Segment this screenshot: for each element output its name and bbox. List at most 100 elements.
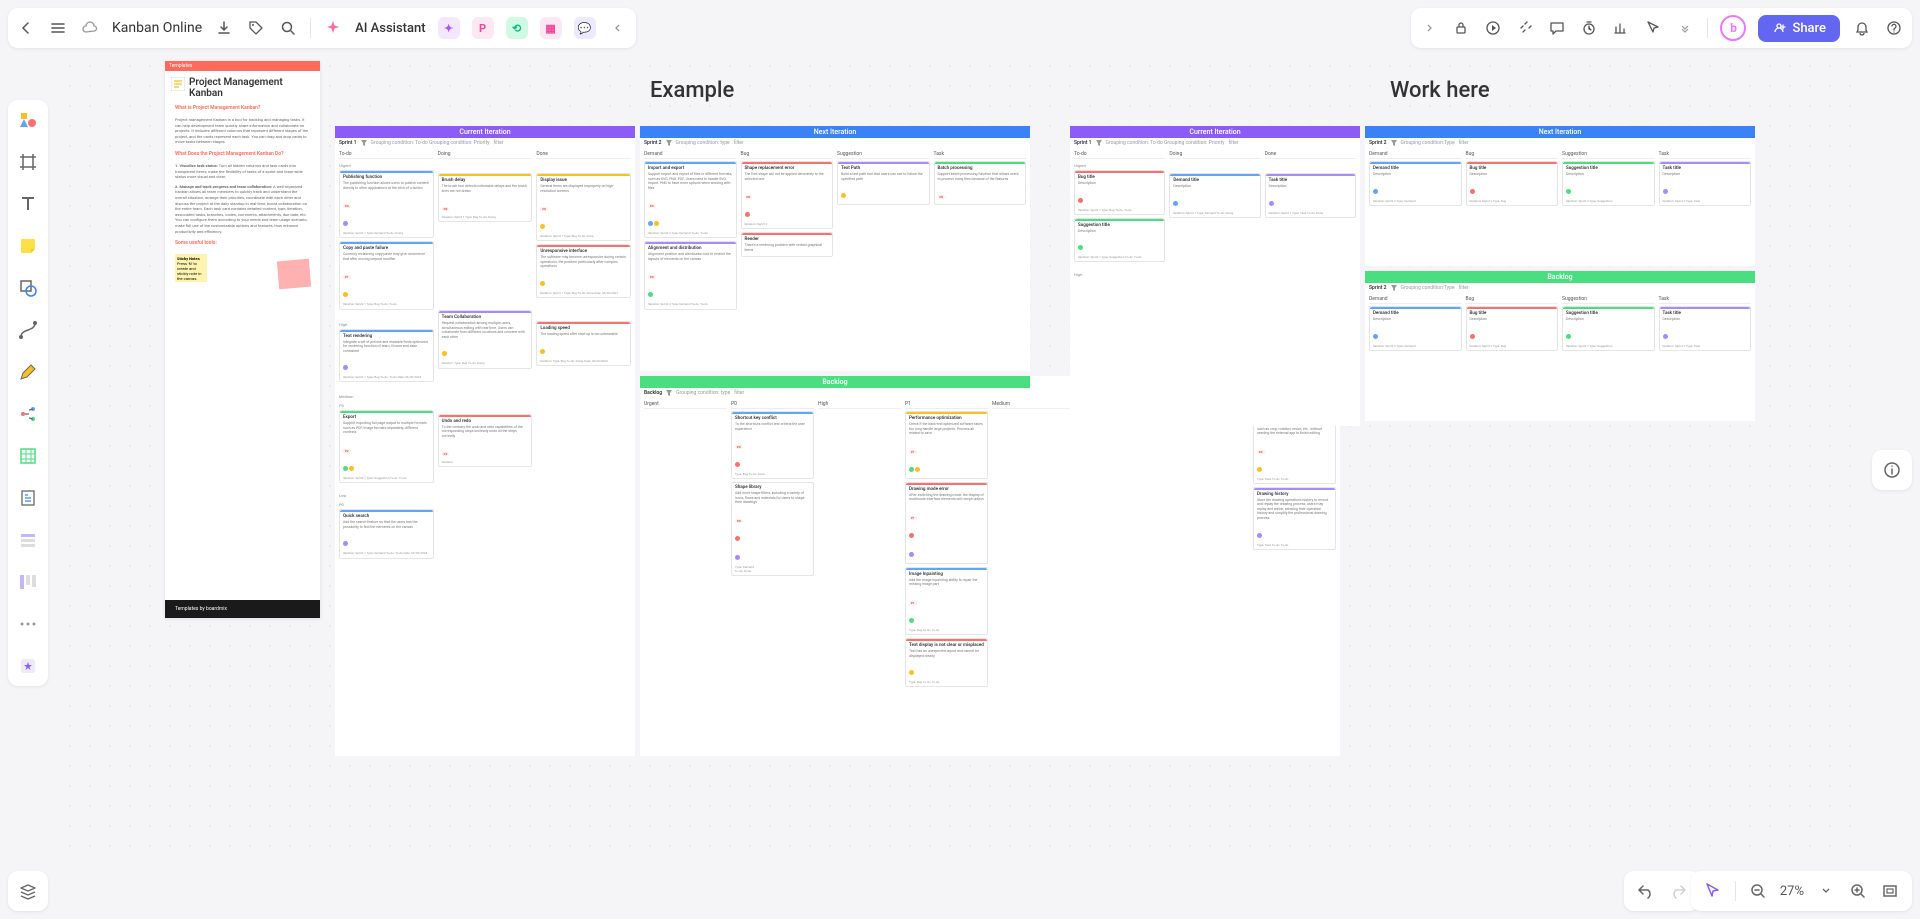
pointer-mode-icon[interactable] (1703, 881, 1723, 901)
app-chip-p[interactable]: P (472, 17, 494, 39)
card-publishing[interactable]: Publishing functionThe publishing functi… (339, 170, 434, 238)
help-icon[interactable] (1884, 18, 1904, 38)
share-button[interactable]: Share (1758, 15, 1840, 42)
card-quicksearch[interactable]: Quick searchAdd the search feature so th… (339, 509, 434, 558)
more-tool-icon[interactable] (16, 612, 40, 636)
card-undoredo[interactable]: Undo and redoTo the contrary the undo an… (438, 414, 533, 468)
card-unresponsive[interactable]: Unresponsive interfaceThe software may b… (536, 244, 631, 298)
play-icon[interactable] (1483, 18, 1503, 38)
download-icon[interactable] (214, 18, 234, 38)
tag-icon[interactable] (246, 18, 266, 38)
chevron-down-small-icon[interactable] (1816, 881, 1836, 901)
table-tool-icon[interactable] (16, 444, 40, 468)
zoom-in-icon[interactable] (1848, 881, 1868, 901)
search-icon[interactable] (278, 18, 298, 38)
undo-icon[interactable] (1636, 881, 1656, 901)
card-textpath[interactable]: Text PathBuild a text path tool that use… (837, 161, 930, 205)
mindmap-tool-icon[interactable] (16, 402, 40, 426)
whb-card-task[interactable]: Task titleDescriptionIteration: Sprint 2… (1659, 306, 1752, 351)
zoom-level[interactable]: 27% (1780, 884, 1804, 899)
card-loading[interactable]: Loading speedThe loading speed after sta… (536, 321, 631, 366)
filter-icon[interactable] (1096, 140, 1102, 146)
card-shortcut[interactable]: Shortcut key conflictTo the shortcuts co… (731, 411, 814, 479)
doc-tool-icon[interactable] (16, 486, 40, 510)
card-shape[interactable]: Shape replacement errorThe font shape wi… (741, 161, 834, 229)
wh-frame-next[interactable]: Next Iteration Sprint 2 Grouping conditi… (1365, 126, 1755, 266)
pen-tool-icon[interactable] (16, 360, 40, 384)
cursor-icon[interactable] (1643, 18, 1663, 38)
card-batch[interactable]: Batch processingSupport batch processing… (934, 161, 1027, 205)
back-icon[interactable] (16, 18, 36, 38)
whb-card-sugg[interactable]: Suggestion titleDescriptionIteration: Sp… (1562, 306, 1655, 351)
whb-card-demand[interactable]: Demand titleDescriptionIteration: Sprint… (1369, 306, 1462, 351)
wh-card-sugg[interactable]: Suggestion titleDescriptionIteration: Sp… (1074, 218, 1165, 263)
filter-icon[interactable] (361, 140, 367, 146)
frame-backlog[interactable]: Backlog Backlog Grouping condition: type… (640, 376, 1340, 756)
card-align[interactable]: Alignment and distributionAlignment posi… (644, 241, 737, 309)
wh2-card-task[interactable]: Task titleDescriptionIteration: Sprint 2… (1659, 161, 1752, 206)
timer-icon[interactable] (1579, 18, 1599, 38)
wh-card-bug[interactable]: Bug titleDescriptionIteration: Sprint 1 … (1074, 170, 1165, 215)
card-copypaste[interactable]: Copy and paste failureCurrently reclaimi… (339, 241, 434, 309)
list-tool-icon[interactable] (16, 528, 40, 552)
filter-icon[interactable] (666, 390, 672, 396)
card-perf[interactable]: Performance optimizationCheck if the bac… (905, 411, 988, 479)
card-render[interactable]: RenderThere's a rendering problem with c… (741, 232, 834, 257)
lock-icon[interactable] (1451, 18, 1471, 38)
layers-button[interactable] (8, 871, 48, 911)
filter-icon[interactable] (1391, 285, 1397, 291)
menu-icon[interactable] (48, 18, 68, 38)
card-teamcollab[interactable]: Team CollaborationRequest collaboration … (438, 310, 533, 368)
document-title[interactable]: Kanban Online (112, 20, 202, 36)
app-chip-c[interactable]: ⟲ (506, 17, 528, 39)
filter-icon[interactable] (666, 140, 672, 146)
chevron-right-icon[interactable] (1419, 18, 1439, 38)
card-brushdelay[interactable]: Brush delayThe brush tool detects notice… (438, 173, 533, 222)
wh2-card-sugg[interactable]: Suggestion titleDescriptionIteration: Sp… (1562, 161, 1655, 206)
redo-icon[interactable] (1668, 881, 1688, 901)
frame-tool-icon[interactable] (16, 150, 40, 174)
card-drawhist[interactable]: Drawing historyStore the drawing operati… (1253, 487, 1336, 550)
card-shapelib[interactable]: Shape libraryAdd more shape filters, inc… (731, 482, 814, 576)
wh-frame-current[interactable]: Current Iteration Sprint 1 Grouping cond… (1070, 126, 1360, 426)
sparkle-icon[interactable] (1515, 18, 1535, 38)
wh-card-task[interactable]: Task titleDescriptionIteration: Sprint 1… (1265, 173, 1356, 218)
text-tool-icon[interactable] (16, 192, 40, 216)
card-export[interactable]: ExportSupport exporting full page output… (339, 410, 434, 483)
card-drawing[interactable]: Drawing mode errorAfter switching the dr… (905, 482, 988, 564)
card-import[interactable]: Import and exportSupport import and expo… (644, 161, 737, 238)
kanban-tool-icon[interactable] (16, 570, 40, 594)
widgets-tool-icon[interactable] (16, 654, 40, 678)
wh2-card-bug[interactable]: Bug titleDescriptionIteration: Sprint 2 … (1466, 161, 1559, 206)
wh2-card-demand[interactable]: Demand titleDescriptionIteration: Sprint… (1369, 161, 1462, 206)
chevron-down-icon[interactable] (1675, 18, 1695, 38)
card-inpaint[interactable]: Image InpaintingAdd the image inpainting… (905, 567, 988, 635)
connector-tool-icon[interactable] (16, 318, 40, 342)
zoom-out-icon[interactable] (1748, 881, 1768, 901)
card-display[interactable]: Display issueGeneral items are displayed… (536, 173, 631, 241)
app-chip-1[interactable]: ✦ (438, 17, 460, 39)
cloud-icon[interactable] (80, 18, 100, 38)
ai-assistant-label[interactable]: AI Assistant (355, 21, 425, 36)
filter-icon[interactable] (1391, 140, 1397, 146)
app-chip-3[interactable]: ▦ (540, 17, 562, 39)
comment-icon[interactable] (1547, 18, 1567, 38)
user-avatar[interactable]: b (1720, 15, 1746, 41)
chevron-left-icon[interactable] (608, 18, 628, 38)
fit-icon[interactable] (1880, 881, 1900, 901)
info-button[interactable] (1872, 450, 1912, 490)
frame-current-iteration[interactable]: Current Iteration Sprint 1 Grouping cond… (335, 126, 635, 756)
wh-card-demand[interactable]: Demand titleDescriptionIteration: Sprint… (1169, 173, 1260, 218)
shapes-tool-icon[interactable] (16, 108, 40, 132)
sticky-tool-icon[interactable] (16, 234, 40, 258)
canvas[interactable]: Example Work here Templates Project Mana… (60, 56, 1860, 863)
chart-icon[interactable] (1611, 18, 1631, 38)
template-panel[interactable]: Templates Project Management Kanban What… (165, 61, 320, 618)
wh-frame-backlog[interactable]: Backlog Sprint 2 Grouping condition:Type… (1365, 271, 1755, 421)
whb-card-bug[interactable]: Bug titleDescriptionIteration: Sprint 2 … (1466, 306, 1559, 351)
shape-tool-icon[interactable] (16, 276, 40, 300)
bell-icon[interactable] (1852, 18, 1872, 38)
app-chip-4[interactable]: 💬 (574, 17, 596, 39)
frame-next-iteration[interactable]: Next Iteration Sprint 2 Grouping conditi… (640, 126, 1030, 371)
card-textdisplay[interactable]: Text display is not clear or misplacedTe… (905, 638, 988, 687)
